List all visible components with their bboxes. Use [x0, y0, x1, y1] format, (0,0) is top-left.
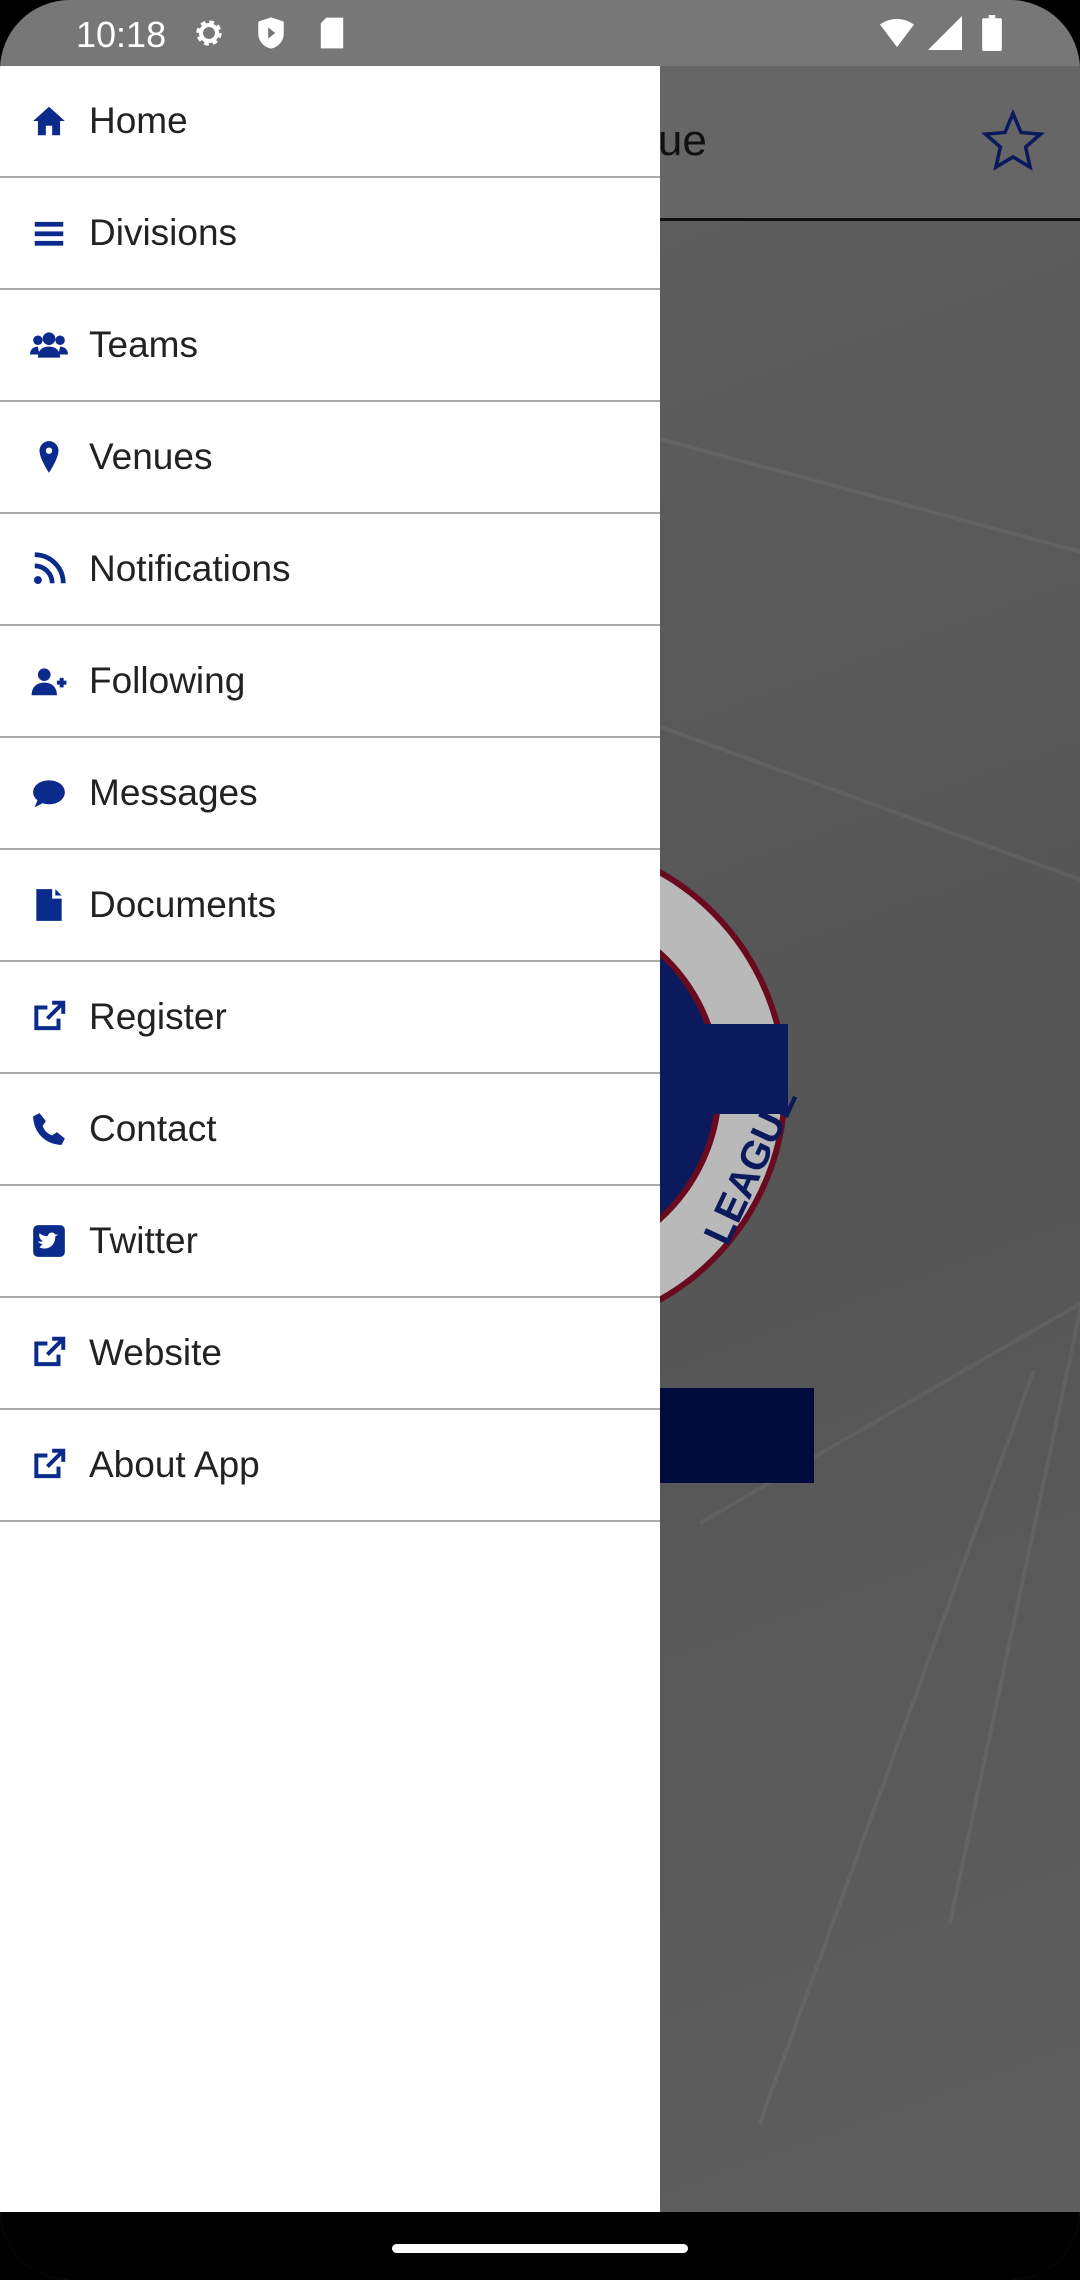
user-plus-icon [28, 660, 70, 702]
external-link-icon [28, 1444, 70, 1486]
signal-icon [928, 16, 962, 50]
drawer-item-messages[interactable]: Messages [0, 738, 660, 850]
screen: League LEAGUE 10:18 HomeDivisionsTeamsVe… [0, 0, 1080, 2280]
status-time: 10:18 [76, 14, 167, 55]
drawer-item-divisions[interactable]: Divisions [0, 178, 660, 290]
users-icon [28, 324, 70, 366]
file-icon [28, 884, 70, 926]
shield-play-icon [254, 16, 288, 50]
drawer-item-label: Teams [89, 324, 198, 365]
drawer-item-following[interactable]: Following [0, 626, 660, 738]
drawer-item-label: Website [89, 1332, 222, 1373]
home-icon [28, 100, 70, 142]
drawer-item-label: Divisions [89, 212, 238, 253]
drawer-item-label: Contact [89, 1108, 217, 1149]
drawer-item-website[interactable]: Website [0, 1298, 660, 1410]
drawer-item-label: Register [89, 996, 227, 1037]
drawer-item-register[interactable]: Register [0, 962, 660, 1074]
drawer-item-venues[interactable]: Venues [0, 402, 660, 514]
drawer-item-label: Home [89, 100, 188, 141]
wifi-icon [880, 16, 914, 50]
map-pin-icon [28, 436, 70, 478]
drawer-item-teams[interactable]: Teams [0, 290, 660, 402]
external-link-icon [28, 1332, 70, 1374]
sd-card-icon [315, 16, 349, 50]
comment-icon [28, 772, 70, 814]
drawer-item-contact[interactable]: Contact [0, 1074, 660, 1186]
drawer-item-label: Twitter [89, 1220, 198, 1261]
bars-icon [28, 212, 70, 254]
phone-icon [28, 1108, 70, 1150]
home-indicator[interactable] [392, 2244, 688, 2253]
drawer-item-label: Messages [89, 772, 258, 813]
battery-icon [975, 15, 1009, 51]
drawer-item-label: Venues [89, 436, 213, 477]
rss-icon [28, 548, 70, 590]
drawer-item-home[interactable]: Home [0, 66, 660, 178]
external-link-icon [28, 996, 70, 1038]
gear-icon [192, 16, 226, 50]
status-bar: 10:18 [0, 0, 1080, 66]
drawer-item-notifications[interactable]: Notifications [0, 514, 660, 626]
drawer-item-documents[interactable]: Documents [0, 850, 660, 962]
drawer-item-label: Documents [89, 884, 277, 925]
drawer-item-label: Notifications [89, 548, 291, 589]
navigation-drawer: Home Divisions Teams Venues Notifications Fol… [0, 66, 660, 2212]
drawer-item-label: Following [89, 660, 246, 701]
drawer-item-twitter[interactable]: Twitter [0, 1186, 660, 1298]
twitter-icon [28, 1220, 70, 1262]
system-nav-bar [0, 2212, 1080, 2280]
star-outline-icon[interactable] [980, 108, 1046, 179]
drawer-item-label: About App [89, 1444, 260, 1485]
drawer-item-about-app[interactable]: About App [0, 1410, 660, 1522]
